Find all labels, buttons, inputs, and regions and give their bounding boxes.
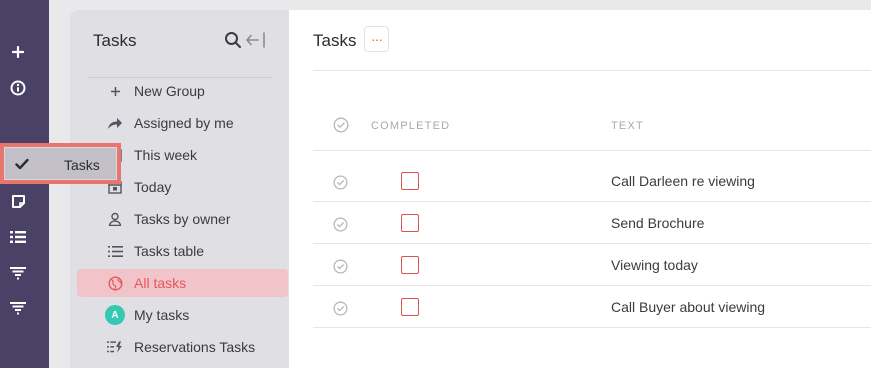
- tasks-panel: Tasks New Group Assigned by me This week…: [70, 10, 289, 368]
- nav-item-assigned-by-me[interactable]: Assigned by me: [77, 109, 288, 137]
- completed-checkbox[interactable]: [401, 256, 419, 274]
- panel-title: Tasks: [93, 31, 137, 50]
- tooltip-label: Tasks: [64, 157, 100, 173]
- column-header-completed[interactable]: COMPLETED: [371, 120, 450, 132]
- header-divider: [313, 70, 871, 71]
- table-row[interactable]: Call Darleen re viewing: [313, 160, 871, 202]
- plus-icon: [107, 83, 123, 99]
- nav-item-tasks-by-owner[interactable]: Tasks by owner: [77, 205, 288, 233]
- main-content: Tasks ··· COMPLETED TEXT Call Darleen re…: [289, 10, 871, 368]
- nav-item-label: Reservations Tasks: [134, 339, 256, 355]
- list-lightning-icon: [107, 339, 123, 355]
- table-row[interactable]: Send Brochure: [313, 202, 871, 244]
- nav-item-reservations-tasks[interactable]: Reservations Tasks: [77, 333, 288, 361]
- funnel-icon[interactable]: [0, 296, 36, 320]
- info-icon[interactable]: [0, 76, 36, 100]
- nav-item-new-group[interactable]: New Group: [77, 77, 288, 105]
- plus-icon[interactable]: [0, 40, 36, 64]
- nav-item-label: Tasks table: [134, 243, 205, 259]
- column-header-text[interactable]: TEXT: [611, 120, 644, 132]
- note-icon[interactable]: [0, 189, 36, 213]
- page-title: Tasks: [313, 31, 357, 50]
- nav-item-label: New Group: [134, 83, 205, 99]
- task-text[interactable]: Viewing today: [611, 257, 698, 273]
- completed-checkbox[interactable]: [401, 214, 419, 232]
- nav-item-label: Today: [134, 179, 172, 195]
- nav-item-all-tasks[interactable]: All tasks: [77, 269, 288, 297]
- table-row[interactable]: Viewing today: [313, 244, 871, 286]
- nav-item-label: This week: [134, 147, 198, 163]
- nav-item-label: All tasks: [134, 275, 187, 291]
- tasks-tooltip: Tasks: [0, 143, 121, 184]
- nav-item-label: My tasks: [134, 307, 190, 323]
- completed-checkbox[interactable]: [401, 172, 419, 190]
- user-icon: [107, 211, 123, 227]
- tasks-rail-item[interactable]: Tasks: [4, 147, 117, 180]
- task-text[interactable]: Send Brochure: [611, 215, 704, 231]
- check-circle-icon[interactable]: [333, 175, 348, 195]
- completed-checkbox[interactable]: [401, 298, 419, 316]
- share-arrow-icon: [107, 115, 123, 131]
- funnel-icon[interactable]: [0, 261, 36, 285]
- nav-item-my-tasks[interactable]: A My tasks: [77, 301, 288, 329]
- check-circle-icon[interactable]: [333, 259, 348, 279]
- avatar-letter: A: [105, 305, 125, 325]
- more-options-button[interactable]: ···: [364, 26, 389, 52]
- nav-item-label: Assigned by me: [134, 115, 234, 131]
- list-icon: [107, 243, 123, 259]
- task-text[interactable]: Call Darleen re viewing: [611, 173, 755, 189]
- check-icon: [15, 157, 29, 175]
- task-text[interactable]: Call Buyer about viewing: [611, 299, 765, 315]
- nav-item-label: Tasks by owner: [134, 211, 231, 227]
- list-icon[interactable]: [0, 225, 36, 249]
- globe-icon: [107, 275, 123, 291]
- check-circle-icon[interactable]: [333, 301, 348, 321]
- search-icon[interactable]: [224, 31, 242, 54]
- table-row[interactable]: Call Buyer about viewing: [313, 286, 871, 328]
- left-rail: [0, 0, 49, 368]
- select-all-check-icon[interactable]: [333, 117, 349, 138]
- table-header: COMPLETED TEXT: [313, 106, 871, 151]
- avatar: A: [105, 305, 125, 325]
- collapse-panel-icon[interactable]: [246, 31, 266, 54]
- check-circle-icon[interactable]: [333, 217, 348, 237]
- nav-item-tasks-table[interactable]: Tasks table: [77, 237, 288, 265]
